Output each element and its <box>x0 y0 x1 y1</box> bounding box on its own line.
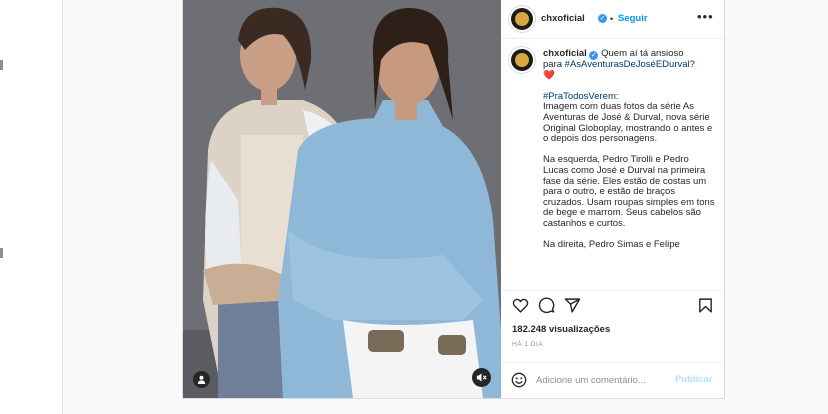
post-photo <box>183 0 501 398</box>
avatar[interactable] <box>511 8 533 30</box>
post-header: chxoficial ✓ • Seguir ••• <box>501 0 724 39</box>
caption-paragraph: Na esquerda, Pedro Tirolli e Pedro Lucas… <box>543 154 715 229</box>
bookmark-icon[interactable] <box>697 297 714 314</box>
mute-button[interactable] <box>472 368 491 387</box>
more-options-icon[interactable]: ••• <box>697 9 714 24</box>
avatar-image <box>515 12 529 26</box>
caption-avatar[interactable] <box>511 49 533 71</box>
comment-icon[interactable] <box>538 297 555 314</box>
caption-username[interactable]: chxoficial <box>543 48 587 59</box>
rail-marker <box>0 248 3 258</box>
caption-area: chxoficial ✓ Quem aí tá ansioso para #As… <box>501 39 724 289</box>
caption-text: chxoficial ✓ Quem aí tá ansioso para #As… <box>543 48 715 251</box>
action-bar <box>501 290 724 321</box>
comment-input[interactable] <box>536 371 666 389</box>
rail-marker <box>0 60 3 70</box>
follow-button[interactable]: Seguir <box>618 13 648 24</box>
user-tag-icon <box>197 375 206 384</box>
caption-text-fragment: ? <box>689 59 695 70</box>
caption-paragraph: Imagem com duas fotos da série As Aventu… <box>543 101 713 145</box>
hashtag-link[interactable]: #PraTodosVerem <box>543 91 616 102</box>
caption-text-fragment: para <box>543 59 565 70</box>
left-navigation-rail <box>0 0 63 414</box>
heart-emoji: ❤️ <box>543 69 555 81</box>
caption-paragraph: Na direita, Pedro Simas e Felipe <box>543 239 680 251</box>
post-media[interactable] <box>183 0 501 398</box>
comment-bar: Publicar <box>501 362 724 398</box>
post-sidebar: chxoficial ✓ • Seguir ••• chxoficial ✓ Q… <box>501 0 724 398</box>
post-date[interactable]: HÁ 1 DIA <box>512 341 543 348</box>
hashtag-link[interactable]: #AsAventurasDeJoséEDurval <box>565 59 690 70</box>
caption-line: Quem aí tá ansioso <box>601 48 684 59</box>
author-username[interactable]: chxoficial <box>541 13 585 24</box>
share-icon[interactable] <box>564 297 581 314</box>
post-modal: chxoficial ✓ • Seguir ••• chxoficial ✓ Q… <box>182 0 725 399</box>
avatar-image <box>515 53 529 67</box>
user-tag-button[interactable] <box>193 371 210 388</box>
verified-badge-icon: ✓ <box>598 14 607 23</box>
emoji-icon[interactable] <box>511 372 527 388</box>
mute-icon <box>476 373 487 382</box>
caption-text-fragment: : <box>615 90 619 102</box>
view-count[interactable]: 182.248 visualizações <box>512 324 610 335</box>
heart-icon[interactable] <box>512 297 529 314</box>
publish-comment-button[interactable]: Publicar <box>675 374 713 385</box>
separator-dot: • <box>610 14 614 24</box>
